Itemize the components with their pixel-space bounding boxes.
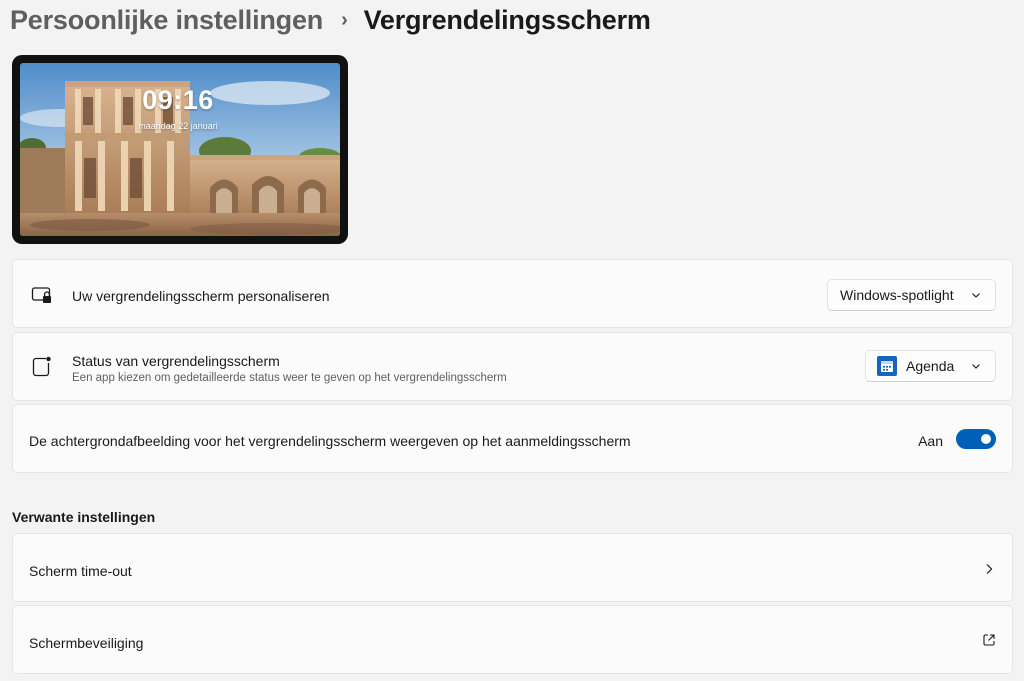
toggle-knob (981, 434, 991, 444)
breadcrumb-parent[interactable]: Persoonlijke instellingen (10, 5, 323, 36)
status-dropdown-value: Agenda (906, 358, 955, 374)
lock-screen-status-dropdown[interactable]: Agenda (865, 350, 996, 382)
personalize-dropdown-value: Windows-spotlight (840, 287, 954, 303)
chevron-right-icon (986, 564, 993, 574)
chevron-down-icon (971, 293, 980, 298)
signin-background-card: De achtergrondafbeelding voor het vergre… (12, 404, 1013, 473)
personalize-lock-screen-dropdown[interactable]: Windows-spotlight (827, 279, 996, 311)
personalize-lock-screen-label: Uw vergrendelingsscherm personaliseren (72, 288, 330, 304)
chevron-down-icon (972, 364, 981, 369)
toggle-state-label: Aan (918, 433, 943, 449)
breadcrumb-separator-icon: › (341, 8, 348, 31)
lock-screen-status-card: Status van vergrendelingsscherm Een app … (12, 332, 1013, 401)
lock-screen-status-label: Status van vergrendelingsscherm (72, 353, 280, 369)
preview-clock: 09:16 (142, 85, 214, 115)
screen-timeout-label: Scherm time-out (29, 563, 132, 579)
open-external-icon (983, 634, 995, 646)
breadcrumb: Persoonlijke instellingen › Vergrendelin… (10, 2, 651, 38)
lock-screen-preview: 09:16 maandag 22 januari (12, 55, 348, 244)
screen-saver-label: Schermbeveiliging (29, 635, 144, 651)
lock-screen-status-description: Een app kiezen om gedetailleerde status … (72, 372, 507, 384)
screen-saver-row[interactable]: Schermbeveiliging (12, 605, 1013, 674)
signin-background-label: De achtergrondafbeelding voor het vergre… (29, 433, 631, 449)
preview-date: maandag 22 januari (138, 121, 218, 131)
lock-screen-preview-image: 09:16 maandag 22 januari (20, 63, 340, 236)
calendar-app-icon (877, 356, 897, 376)
personalize-lock-screen-card: Uw vergrendelingsscherm personaliseren W… (12, 259, 1013, 328)
lock-screen-status-icon (30, 355, 54, 379)
related-settings-heading: Verwante instellingen (12, 509, 156, 525)
screen-timeout-row[interactable]: Scherm time-out (12, 533, 1013, 602)
page-title: Vergrendelingsscherm (363, 4, 651, 35)
signin-background-toggle[interactable] (956, 429, 996, 449)
lock-screen-icon (30, 283, 54, 307)
